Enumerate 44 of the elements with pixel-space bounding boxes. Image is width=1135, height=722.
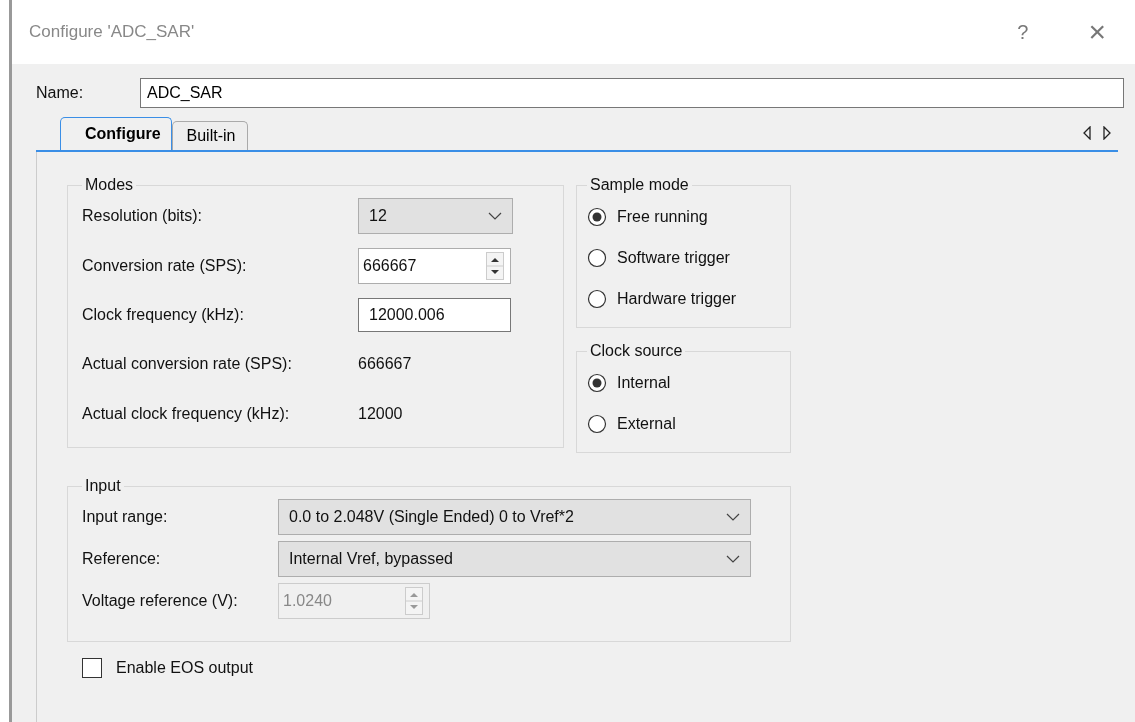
chevron-down-icon xyxy=(726,555,740,563)
radio-button[interactable] xyxy=(587,372,607,393)
radio-button[interactable] xyxy=(587,413,607,434)
name-label: Name: xyxy=(36,84,85,102)
scroll-left-icon[interactable] xyxy=(1082,126,1092,140)
field-label: Actual conversion rate (SPS): xyxy=(82,354,293,374)
value-text: 12000 xyxy=(358,404,404,424)
field-label: Input range: xyxy=(82,508,169,526)
tab[interactable]: Configure xyxy=(60,117,172,150)
tab[interactable]: Built-in xyxy=(171,121,249,150)
radio-button[interactable] xyxy=(587,206,607,227)
value-text: 666667 xyxy=(358,354,413,374)
spinner-arrows-icon[interactable] xyxy=(486,252,504,280)
radio-option[interactable]: Software trigger xyxy=(587,237,780,278)
dropdown[interactable]: 0.0 to 2.048V (Single Ended) 0 to Vref*2 xyxy=(278,499,751,535)
radio-button[interactable] xyxy=(587,288,607,309)
checkbox[interactable] xyxy=(82,658,102,678)
dropdown[interactable]: Internal Vref, bypassed xyxy=(278,541,751,577)
radio-option[interactable]: External xyxy=(587,403,780,444)
field-label: Resolution (bits): xyxy=(82,207,204,225)
field-label: Conversion rate (SPS): xyxy=(82,257,248,275)
radio-option[interactable]: Free running xyxy=(587,196,780,237)
chevron-down-icon xyxy=(726,513,740,521)
scroll-right-icon[interactable] xyxy=(1102,126,1112,140)
field-label: Actual clock frequency (kHz): xyxy=(82,404,291,424)
help-button[interactable]: ? xyxy=(1017,20,1029,44)
radio-option[interactable]: Internal xyxy=(587,362,780,403)
window-title: Configure 'ADC_SAR' xyxy=(29,22,196,42)
radio-button[interactable] xyxy=(587,247,607,268)
name-field[interactable]: ADC_SAR xyxy=(140,78,1124,108)
dropdown[interactable]: 12 xyxy=(358,198,513,234)
group-title: Sample mode xyxy=(589,176,690,194)
field-label: Clock frequency (kHz): xyxy=(82,306,245,324)
group-title: Clock source xyxy=(589,342,684,360)
field-label: Reference: xyxy=(82,550,162,568)
field-label: Voltage reference (V): xyxy=(82,592,239,610)
group-title: Modes xyxy=(84,176,135,194)
radio-option[interactable]: Hardware trigger xyxy=(587,278,780,319)
group-title: Input xyxy=(84,477,122,495)
checkbox-option[interactable]: Enable EOS output xyxy=(82,658,1135,678)
close-button[interactable]: × xyxy=(1088,15,1106,49)
chevron-down-icon xyxy=(488,212,502,220)
spin-box[interactable]: 666667 xyxy=(358,248,511,284)
input-field[interactable]: 12000.006 xyxy=(358,298,511,332)
